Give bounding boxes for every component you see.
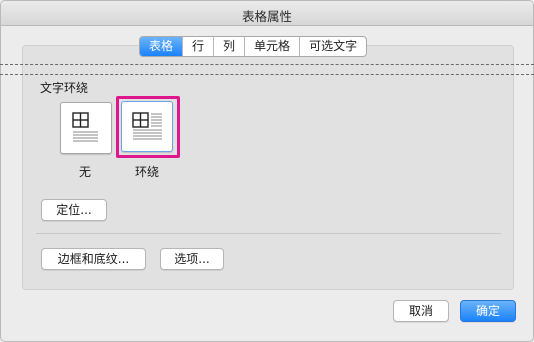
title-bar: 表格属性: [1, 1, 533, 26]
wrap-none-option[interactable]: [60, 102, 112, 154]
wrap-around-label: 环绕: [135, 165, 160, 179]
tab-column[interactable]: 列: [214, 37, 246, 56]
tab-cell[interactable]: 单元格: [245, 37, 301, 56]
borders-shading-button[interactable]: 边框和底纹...: [41, 248, 146, 270]
tab-table[interactable]: 表格: [140, 37, 184, 56]
tab-bar: 表格 行 列 单元格 可选文字: [139, 36, 368, 57]
section-divider: [36, 233, 501, 234]
ok-button[interactable]: 确定: [460, 300, 516, 322]
wrap-none-icon: [72, 112, 98, 142]
tab-alt-text[interactable]: 可选文字: [300, 37, 366, 56]
wrap-around-icon: [132, 112, 162, 140]
text-wrapping-heading: 文字环绕: [40, 81, 89, 95]
dashed-guide-bottom: [0, 74, 534, 75]
cancel-button[interactable]: 取消: [393, 300, 449, 322]
window-title: 表格属性: [241, 9, 292, 24]
options-button[interactable]: 选项...: [160, 248, 224, 270]
wrap-none-label: 无: [79, 165, 92, 179]
tab-row[interactable]: 行: [183, 37, 215, 56]
position-button[interactable]: 定位...: [41, 199, 107, 221]
wrap-around-option[interactable]: [121, 101, 173, 152]
dashed-guide-top: [0, 64, 534, 65]
